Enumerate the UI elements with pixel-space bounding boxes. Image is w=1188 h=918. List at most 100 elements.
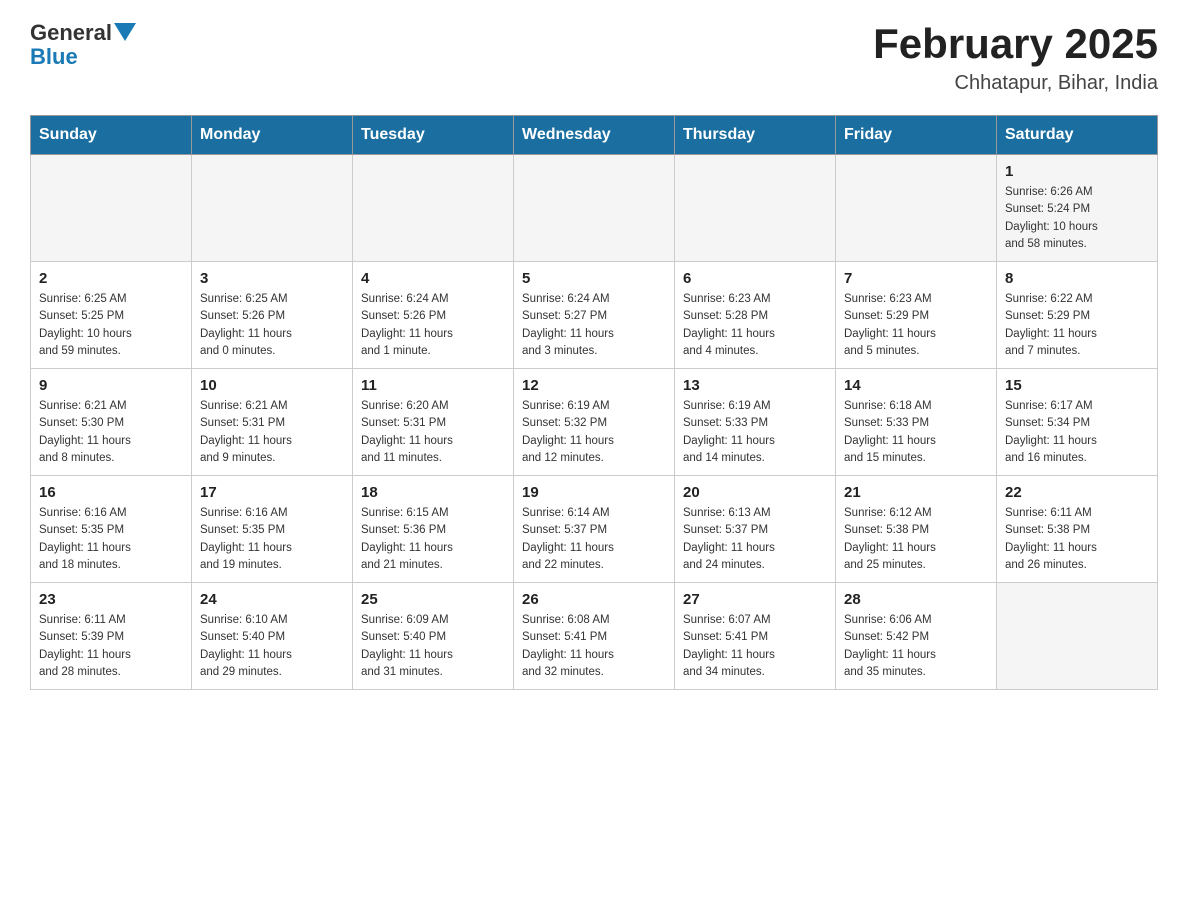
- day-number: 22: [1005, 484, 1149, 501]
- day-cell: 4 Sunrise: 6:24 AM Sunset: 5:26 PM Daylig…: [353, 262, 514, 369]
- day-number: 11: [361, 377, 505, 394]
- day-info: Sunrise: 6:22 AM Sunset: 5:29 PM Dayligh…: [1005, 291, 1149, 360]
- day-number: 24: [200, 591, 344, 608]
- day-cell: 21Sunrise: 6:12 AM Sunset: 5:38 PM Dayli…: [836, 476, 997, 583]
- day-number: 19: [522, 484, 666, 501]
- day-number: 14: [844, 377, 988, 394]
- day-number: 7: [844, 270, 988, 287]
- day-cell: 24 Sunrise: 6:10 AM Sunset: 5:40 PM Dayli…: [192, 583, 353, 690]
- day-info: Sunrise: 6:07 AM Sunset: 5:41 PM Dayligh…: [683, 612, 827, 681]
- weekday-header-sunday: Sunday: [31, 116, 192, 155]
- day-cell: [675, 155, 836, 262]
- day-info: Sunrise: 6:08 AM Sunset: 5:41 PM Dayligh…: [522, 612, 666, 681]
- page-header: General Blue February 2025 Chhatapur, Bi…: [30, 20, 1158, 95]
- day-cell: 8 Sunrise: 6:22 AM Sunset: 5:29 PM Daylig…: [997, 262, 1158, 369]
- weekday-header-friday: Friday: [836, 116, 997, 155]
- day-cell: [353, 155, 514, 262]
- location-title: Chhatapur, Bihar, India: [873, 72, 1158, 95]
- day-cell: 6 Sunrise: 6:23 AM Sunset: 5:28 PM Daylig…: [675, 262, 836, 369]
- day-info: Sunrise: 6:25 AM Sunset: 5:26 PM Dayligh…: [200, 291, 344, 360]
- day-cell: [192, 155, 353, 262]
- day-cell: 15 Sunrise: 6:17 AM Sunset: 5:34 PM Dayli…: [997, 369, 1158, 476]
- day-number: 4: [361, 270, 505, 287]
- day-number: 5: [522, 270, 666, 287]
- day-cell: 2 Sunrise: 6:25 AM Sunset: 5:25 PM Daylig…: [31, 262, 192, 369]
- day-number: 27: [683, 591, 827, 608]
- day-info: Sunrise: 6:23 AM Sunset: 5:29 PM Dayligh…: [844, 291, 988, 360]
- weekday-header-thursday: Thursday: [675, 116, 836, 155]
- day-cell: 27 Sunrise: 6:07 AM Sunset: 5:41 PM Dayli…: [675, 583, 836, 690]
- day-info: Sunrise: 6:18 AM Sunset: 5:33 PM Dayligh…: [844, 398, 988, 467]
- weekday-header-row: SundayMondayTuesdayWednesdayThursdayFrid…: [31, 116, 1158, 155]
- day-info: Sunrise: 6:21 AM Sunset: 5:30 PM Dayligh…: [39, 398, 183, 467]
- day-info: Sunrise: 6:20 AM Sunset: 5:31 PM Dayligh…: [361, 398, 505, 467]
- day-info: Sunrise: 6:25 AM Sunset: 5:25 PM Dayligh…: [39, 291, 183, 360]
- day-cell: 22 Sunrise: 6:11 AM Sunset: 5:38 PM Dayli…: [997, 476, 1158, 583]
- day-number: 23: [39, 591, 183, 608]
- day-info: Sunrise: 6:17 AM Sunset: 5:34 PM Dayligh…: [1005, 398, 1149, 467]
- day-number: 8: [1005, 270, 1149, 287]
- day-cell: 12 Sunrise: 6:19 AM Sunset: 5:32 PM Dayli…: [514, 369, 675, 476]
- day-cell: 9Sunrise: 6:21 AM Sunset: 5:30 PM Daylig…: [31, 369, 192, 476]
- day-cell: 16Sunrise: 6:16 AM Sunset: 5:35 PM Dayli…: [31, 476, 192, 583]
- day-number: 16: [39, 484, 183, 501]
- day-cell: 19Sunrise: 6:14 AM Sunset: 5:37 PM Dayli…: [514, 476, 675, 583]
- day-cell: 7 Sunrise: 6:23 AM Sunset: 5:29 PM Daylig…: [836, 262, 997, 369]
- day-cell: 26 Sunrise: 6:08 AM Sunset: 5:41 PM Dayli…: [514, 583, 675, 690]
- day-info: Sunrise: 6:11 AM Sunset: 5:38 PM Dayligh…: [1005, 505, 1149, 574]
- day-cell: 23 Sunrise: 6:11 AM Sunset: 5:39 PM Dayli…: [31, 583, 192, 690]
- day-number: 12: [522, 377, 666, 394]
- day-info: Sunrise: 6:26 AM Sunset: 5:24 PM Dayligh…: [1005, 184, 1149, 253]
- week-row-3: 9Sunrise: 6:21 AM Sunset: 5:30 PM Daylig…: [31, 369, 1158, 476]
- day-info: Sunrise: 6:06 AM Sunset: 5:42 PM Dayligh…: [844, 612, 988, 681]
- logo-blue-text: Blue: [30, 44, 78, 70]
- weekday-header-wednesday: Wednesday: [514, 116, 675, 155]
- day-cell: 13Sunrise: 6:19 AM Sunset: 5:33 PM Dayli…: [675, 369, 836, 476]
- day-info: Sunrise: 6:16 AM Sunset: 5:35 PM Dayligh…: [200, 505, 344, 574]
- day-cell: 20 Sunrise: 6:13 AM Sunset: 5:37 PM Dayli…: [675, 476, 836, 583]
- day-number: 13: [683, 377, 827, 394]
- day-info: Sunrise: 6:24 AM Sunset: 5:26 PM Dayligh…: [361, 291, 505, 360]
- day-number: 10: [200, 377, 344, 394]
- day-cell: 14 Sunrise: 6:18 AM Sunset: 5:33 PM Dayli…: [836, 369, 997, 476]
- day-info: Sunrise: 6:10 AM Sunset: 5:40 PM Dayligh…: [200, 612, 344, 681]
- day-number: 17: [200, 484, 344, 501]
- day-number: 26: [522, 591, 666, 608]
- day-info: Sunrise: 6:09 AM Sunset: 5:40 PM Dayligh…: [361, 612, 505, 681]
- day-number: 28: [844, 591, 988, 608]
- day-info: Sunrise: 6:15 AM Sunset: 5:36 PM Dayligh…: [361, 505, 505, 574]
- day-info: Sunrise: 6:21 AM Sunset: 5:31 PM Dayligh…: [200, 398, 344, 467]
- day-info: Sunrise: 6:12 AM Sunset: 5:38 PM Dayligh…: [844, 505, 988, 574]
- week-row-5: 23 Sunrise: 6:11 AM Sunset: 5:39 PM Dayli…: [31, 583, 1158, 690]
- week-row-4: 16 Sunrise: 6:16 AM Sunset: 5:35 PM Dayli…: [31, 476, 1158, 583]
- day-cell: [31, 155, 192, 262]
- day-cell: 3 Sunrise: 6:25 AM Sunset: 5:26 PM Daylig…: [192, 262, 353, 369]
- title-block: February 2025 Chhatapur, Bihar, India: [873, 20, 1158, 95]
- day-number: 15: [1005, 377, 1149, 394]
- day-cell: 25 Sunrise: 6:09 AM Sunset: 5:40 PM Dayli…: [353, 583, 514, 690]
- day-info: Sunrise: 6:13 AM Sunset: 5:37 PM Dayligh…: [683, 505, 827, 574]
- day-info: Sunrise: 6:23 AM Sunset: 5:28 PM Dayligh…: [683, 291, 827, 360]
- day-number: 2: [39, 270, 183, 287]
- day-info: Sunrise: 6:11 AM Sunset: 5:39 PM Dayligh…: [39, 612, 183, 681]
- day-number: 20: [683, 484, 827, 501]
- day-cell: [514, 155, 675, 262]
- day-cell: [997, 583, 1158, 690]
- day-cell: 17 Sunrise: 6:16 AM Sunset: 5:35 PM Dayli…: [192, 476, 353, 583]
- day-info: Sunrise: 6:19 AM Sunset: 5:32 PM Dayligh…: [522, 398, 666, 467]
- month-title: February 2025: [873, 20, 1158, 68]
- day-cell: [836, 155, 997, 262]
- day-number: 25: [361, 591, 505, 608]
- day-cell: 28 Sunrise: 6:06 AM Sunset: 5:42 PM Dayli…: [836, 583, 997, 690]
- day-number: 3: [200, 270, 344, 287]
- logo-general-text: General: [30, 20, 112, 46]
- day-cell: 1 Sunrise: 6:26 AM Sunset: 5:24 PM Daylig…: [997, 155, 1158, 262]
- logo-arrow-icon: [114, 23, 136, 45]
- day-info: Sunrise: 6:24 AM Sunset: 5:27 PM Dayligh…: [522, 291, 666, 360]
- calendar-table: SundayMondayTuesdayWednesdayThursdayFrid…: [30, 115, 1158, 690]
- day-cell: 11 Sunrise: 6:20 AM Sunset: 5:31 PM Dayli…: [353, 369, 514, 476]
- day-cell: 10 Sunrise: 6:21 AM Sunset: 5:31 PM Dayli…: [192, 369, 353, 476]
- day-number: 1: [1005, 163, 1149, 180]
- week-row-2: 2 Sunrise: 6:25 AM Sunset: 5:25 PM Daylig…: [31, 262, 1158, 369]
- day-number: 6: [683, 270, 827, 287]
